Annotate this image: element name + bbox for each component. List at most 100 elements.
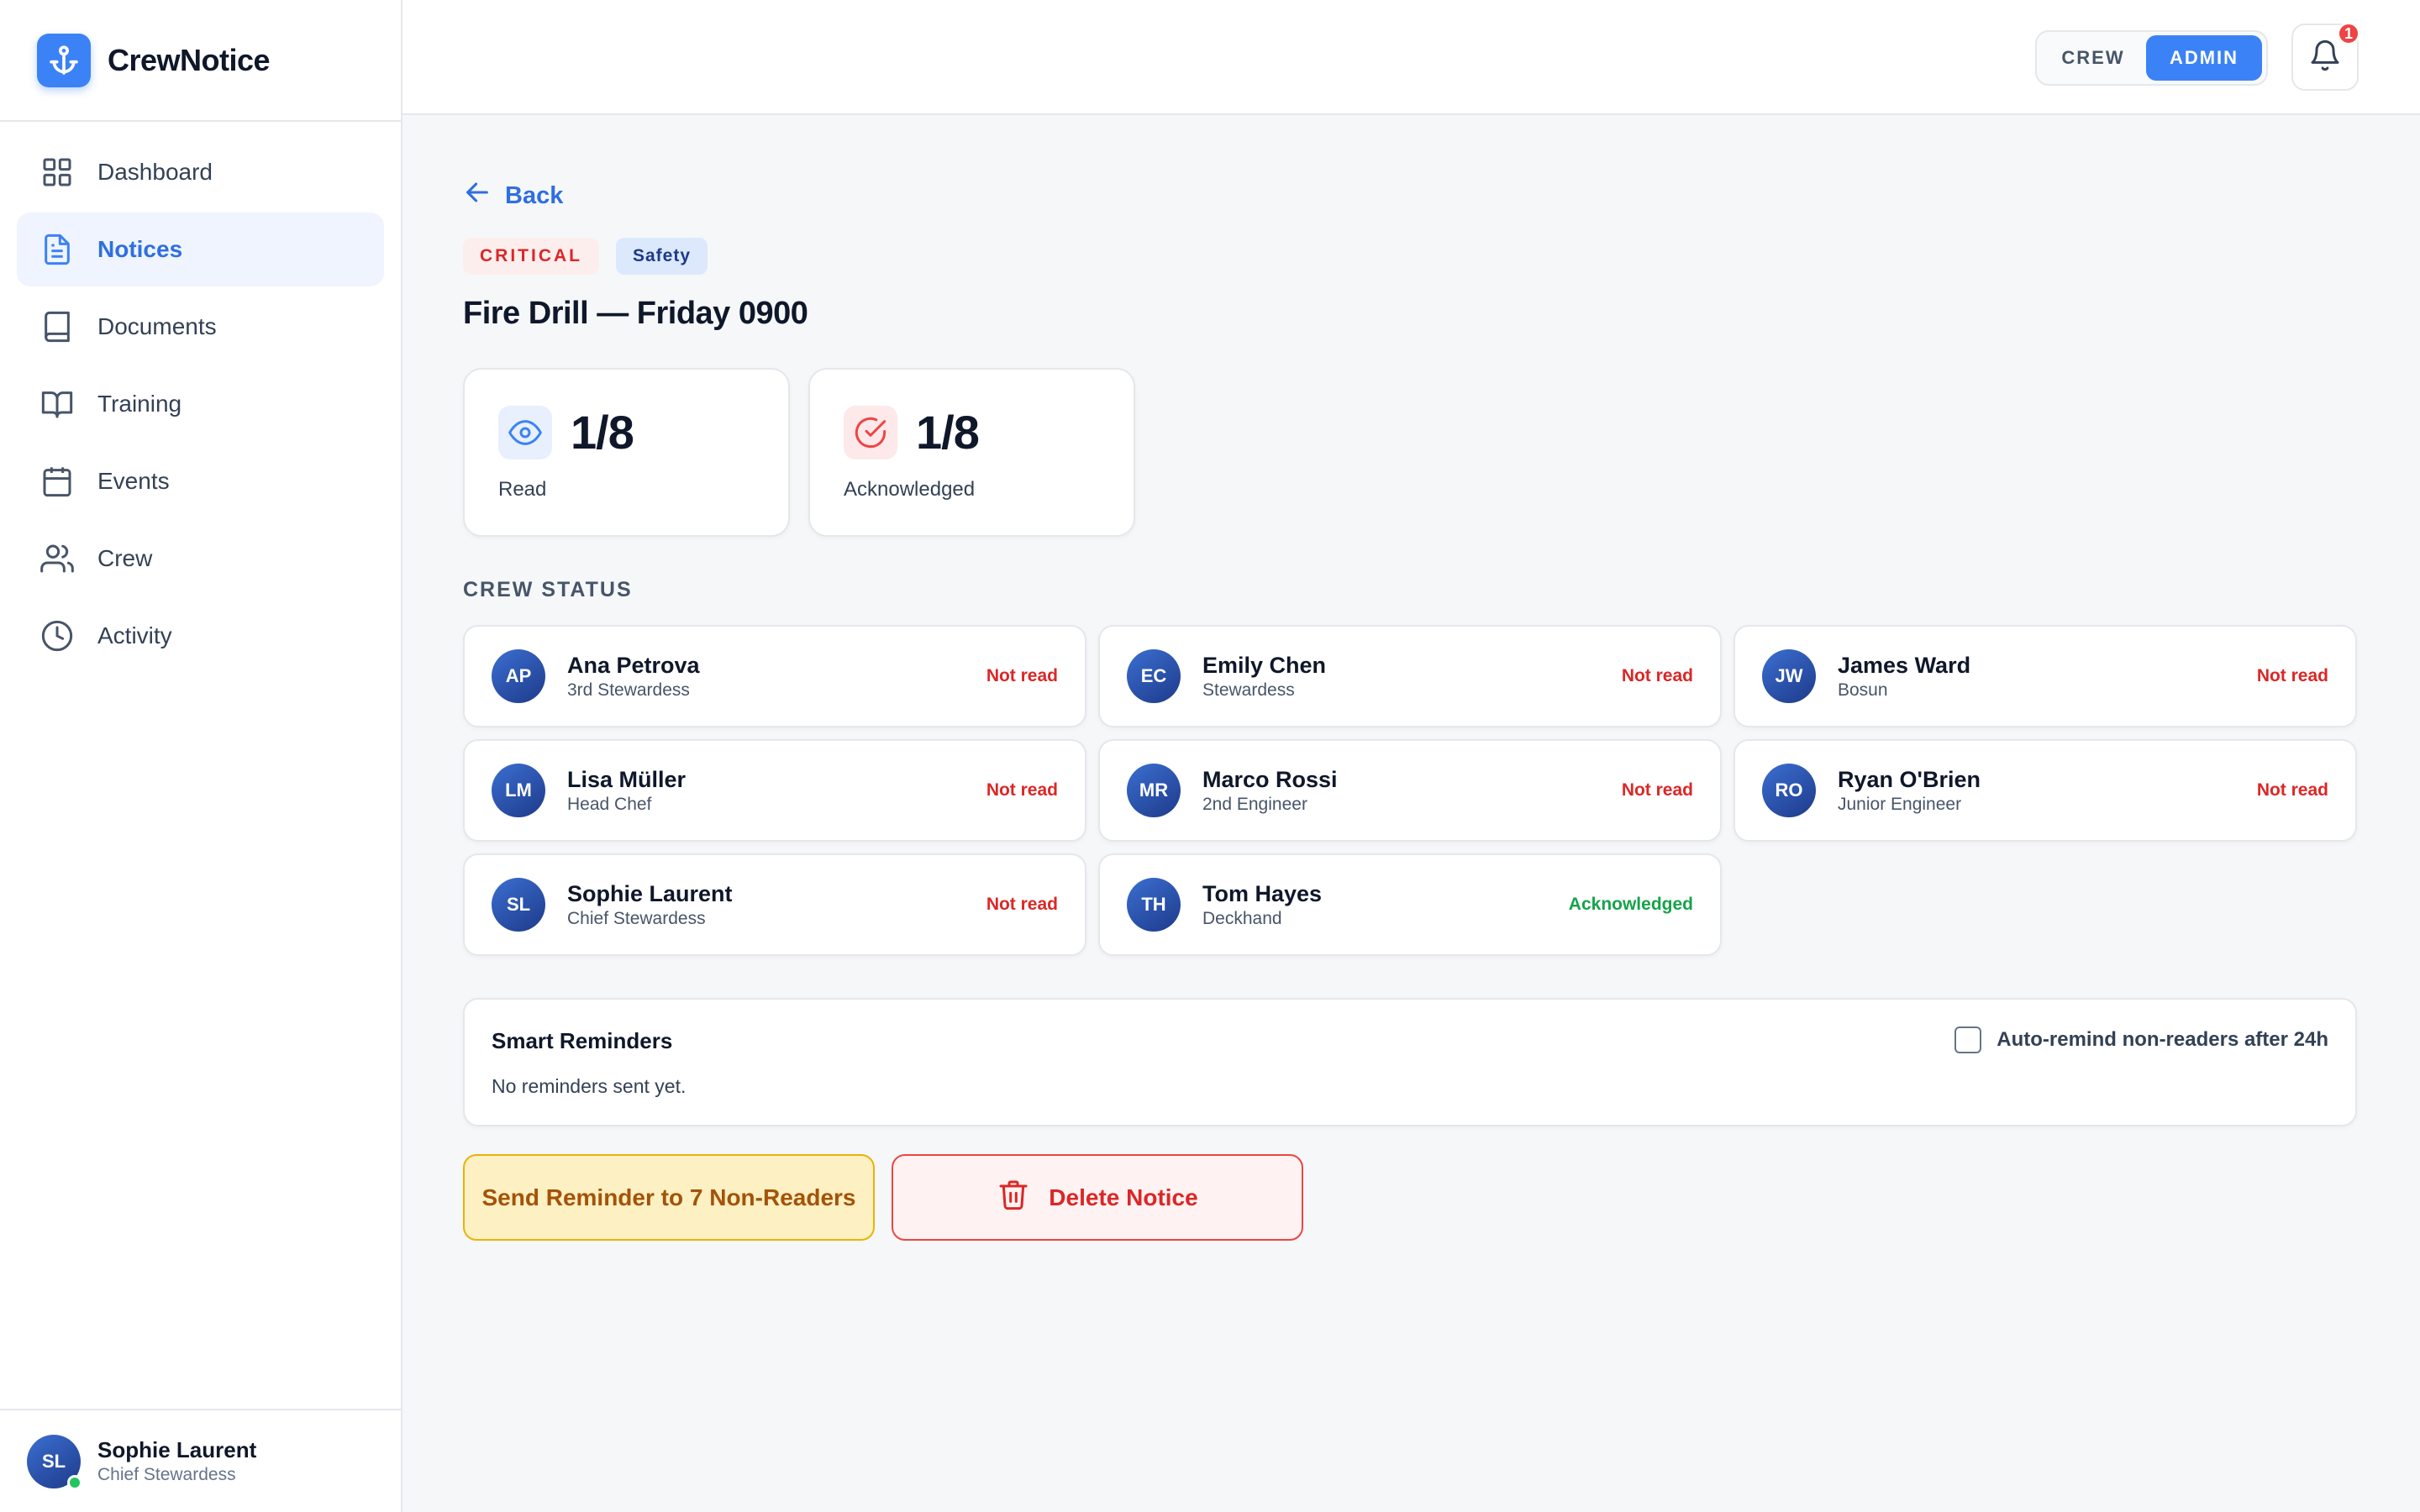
smart-reminders-panel: Smart Reminders No reminders sent yet. A… (463, 998, 2357, 1126)
delete-notice-label: Delete Notice (1049, 1184, 1198, 1210)
read-stat-card: 1/8 Read (463, 368, 790, 537)
notice-tags: CRITICAL Safety (463, 238, 708, 275)
crew-member-role: Chief Stewardess (567, 908, 706, 928)
avatar: SL (492, 878, 545, 932)
acknowledged-count: 1/8 (916, 406, 980, 459)
notice-title: Fire Drill — Friday 0900 (463, 296, 808, 331)
crew-member-role: Deckhand (1202, 908, 1282, 928)
read-status: Not read (986, 780, 1058, 800)
sidebar: CrewNotice Dashboard Notices Documents T… (0, 0, 402, 1512)
sidebar-item-training[interactable]: Training (17, 367, 384, 441)
sidebar-item-events[interactable]: Events (17, 444, 384, 518)
avatar: EC (1127, 649, 1181, 703)
read-status: Not read (986, 895, 1058, 914)
sidebar-item-label: Training (97, 391, 182, 417)
avatar-initials: TH (1141, 894, 1166, 915)
crew-member-card[interactable]: LM Lisa Müller Head Chef Not read (463, 739, 1086, 842)
read-label: Read (498, 478, 547, 501)
sidebar-item-documents[interactable]: Documents (17, 290, 384, 364)
reminders-empty-text: No reminders sent yet. (492, 1075, 687, 1097)
notifications-button[interactable]: 1 (2291, 22, 2360, 91)
sidebar-item-label: Dashboard (97, 159, 213, 185)
crew-member-name: Tom Hayes (1202, 880, 1323, 906)
crew-member-card[interactable]: AP Ana Petrova 3rd Stewardess Not read (463, 625, 1086, 727)
avatar: RO (1762, 764, 1816, 817)
grid-icon (40, 155, 74, 189)
sidebar-item-notices[interactable]: Notices (17, 213, 384, 286)
crew-member-name: Ryan O'Brien (1838, 766, 1981, 792)
crew-member-card[interactable]: MR Marco Rossi 2nd Engineer Not read (1098, 739, 1722, 842)
acknowledged-stat-card: 1/8 Acknowledged (808, 368, 1135, 537)
avatar-initials: MR (1139, 780, 1169, 801)
crew-member-card[interactable]: RO Ryan O'Brien Junior Engineer Not read (1733, 739, 2357, 842)
crew-member-name: Lisa Müller (567, 766, 687, 792)
priority-badge: CRITICAL (463, 238, 599, 275)
avatar-initials: JW (1775, 665, 1803, 686)
avatar-initials: AP (505, 665, 532, 686)
app-root: CrewNotice Dashboard Notices Documents T… (0, 0, 2420, 1512)
sidebar-item-crew[interactable]: Crew (17, 522, 384, 596)
sidebar-nav: Dashboard Notices Documents Training Eve… (0, 122, 401, 690)
read-status: Not read (1621, 780, 1693, 800)
crew-member-role: 2nd Engineer (1202, 794, 1307, 814)
crew-member-name: Emily Chen (1202, 652, 1327, 678)
crew-member-card[interactable]: SL Sophie Laurent Chief Stewardess Not read (463, 853, 1086, 956)
file-text-icon (40, 233, 74, 266)
crew-member-role: Stewardess (1202, 680, 1295, 700)
crew-member-card[interactable]: TH Tom Hayes Deckhand Acknowledged (1098, 853, 1722, 956)
anchor-icon (37, 33, 91, 87)
read-status: Acknowledged (1568, 895, 1693, 914)
avatar: LM (492, 764, 545, 817)
crew-member-role: Head Chef (567, 794, 652, 814)
category-badge: Safety (616, 238, 708, 275)
bell-icon (2308, 39, 2342, 76)
current-user-name: Sophie Laurent (97, 1437, 257, 1462)
role-admin-button[interactable]: ADMIN (2146, 35, 2262, 81)
app-name: CrewNotice (108, 42, 271, 77)
role-crew-button[interactable]: CREW (2040, 35, 2146, 81)
calendar-icon (40, 465, 74, 498)
crew-member-role: Junior Engineer (1838, 794, 1962, 814)
crew-member-role: Bosun (1838, 680, 1888, 700)
arrow-left-icon (463, 178, 492, 213)
online-status-dot (67, 1474, 82, 1490)
read-status: Not read (986, 666, 1058, 685)
sidebar-item-dashboard[interactable]: Dashboard (17, 135, 384, 209)
crew-member-role: 3rd Stewardess (567, 680, 690, 700)
sidebar-item-activity[interactable]: Activity (17, 599, 384, 673)
avatar: TH (1127, 878, 1181, 932)
trash-icon (997, 1178, 1030, 1217)
delete-notice-button[interactable]: Delete Notice (892, 1154, 1303, 1241)
sidebar-item-label: Events (97, 468, 170, 494)
avatar-initials: RO (1775, 780, 1803, 801)
main-area: CREW ADMIN 1 Back CRITICAL Safety Fire D… (402, 0, 2420, 1512)
read-status: Not read (1621, 666, 1693, 685)
crew-member-card[interactable]: JW James Ward Bosun Not read (1733, 625, 2357, 727)
acknowledged-label: Acknowledged (844, 478, 976, 501)
clock-icon (40, 619, 74, 653)
notice-stats: 1/8 Read 1/8 Acknowledged (463, 368, 1135, 537)
current-user-role: Chief Stewardess (97, 1465, 236, 1484)
send-reminder-button[interactable]: Send Reminder to 7 Non-Readers (463, 1154, 875, 1241)
back-link[interactable]: Back (463, 178, 563, 213)
eye-icon (498, 405, 552, 459)
avatar: JW (1762, 649, 1816, 703)
auto-remind-checkbox[interactable] (1954, 1026, 1982, 1053)
avatar-initials: LM (505, 780, 532, 801)
notification-count-badge: 1 (2337, 22, 2360, 45)
read-status: Not read (2256, 666, 2328, 685)
avatar: MR (1127, 764, 1181, 817)
check-circle-icon (844, 405, 897, 459)
read-status: Not read (2256, 780, 2328, 800)
book-icon (40, 310, 74, 344)
back-label: Back (505, 181, 564, 209)
avatar: SL (27, 1434, 82, 1490)
avatar: AP (492, 649, 545, 703)
brand[interactable]: CrewNotice (0, 0, 401, 122)
read-count: 1/8 (571, 406, 634, 459)
current-user[interactable]: SL Sophie Laurent Chief Stewardess (0, 1409, 401, 1512)
crew-member-card[interactable]: EC Emily Chen Stewardess Not read (1098, 625, 1722, 727)
crew-status-heading: CREW STATUS (463, 578, 633, 601)
top-bar: CREW ADMIN 1 (402, 0, 2420, 115)
auto-remind-toggle[interactable]: Auto-remind non-readers after 24h (1954, 1026, 2328, 1053)
